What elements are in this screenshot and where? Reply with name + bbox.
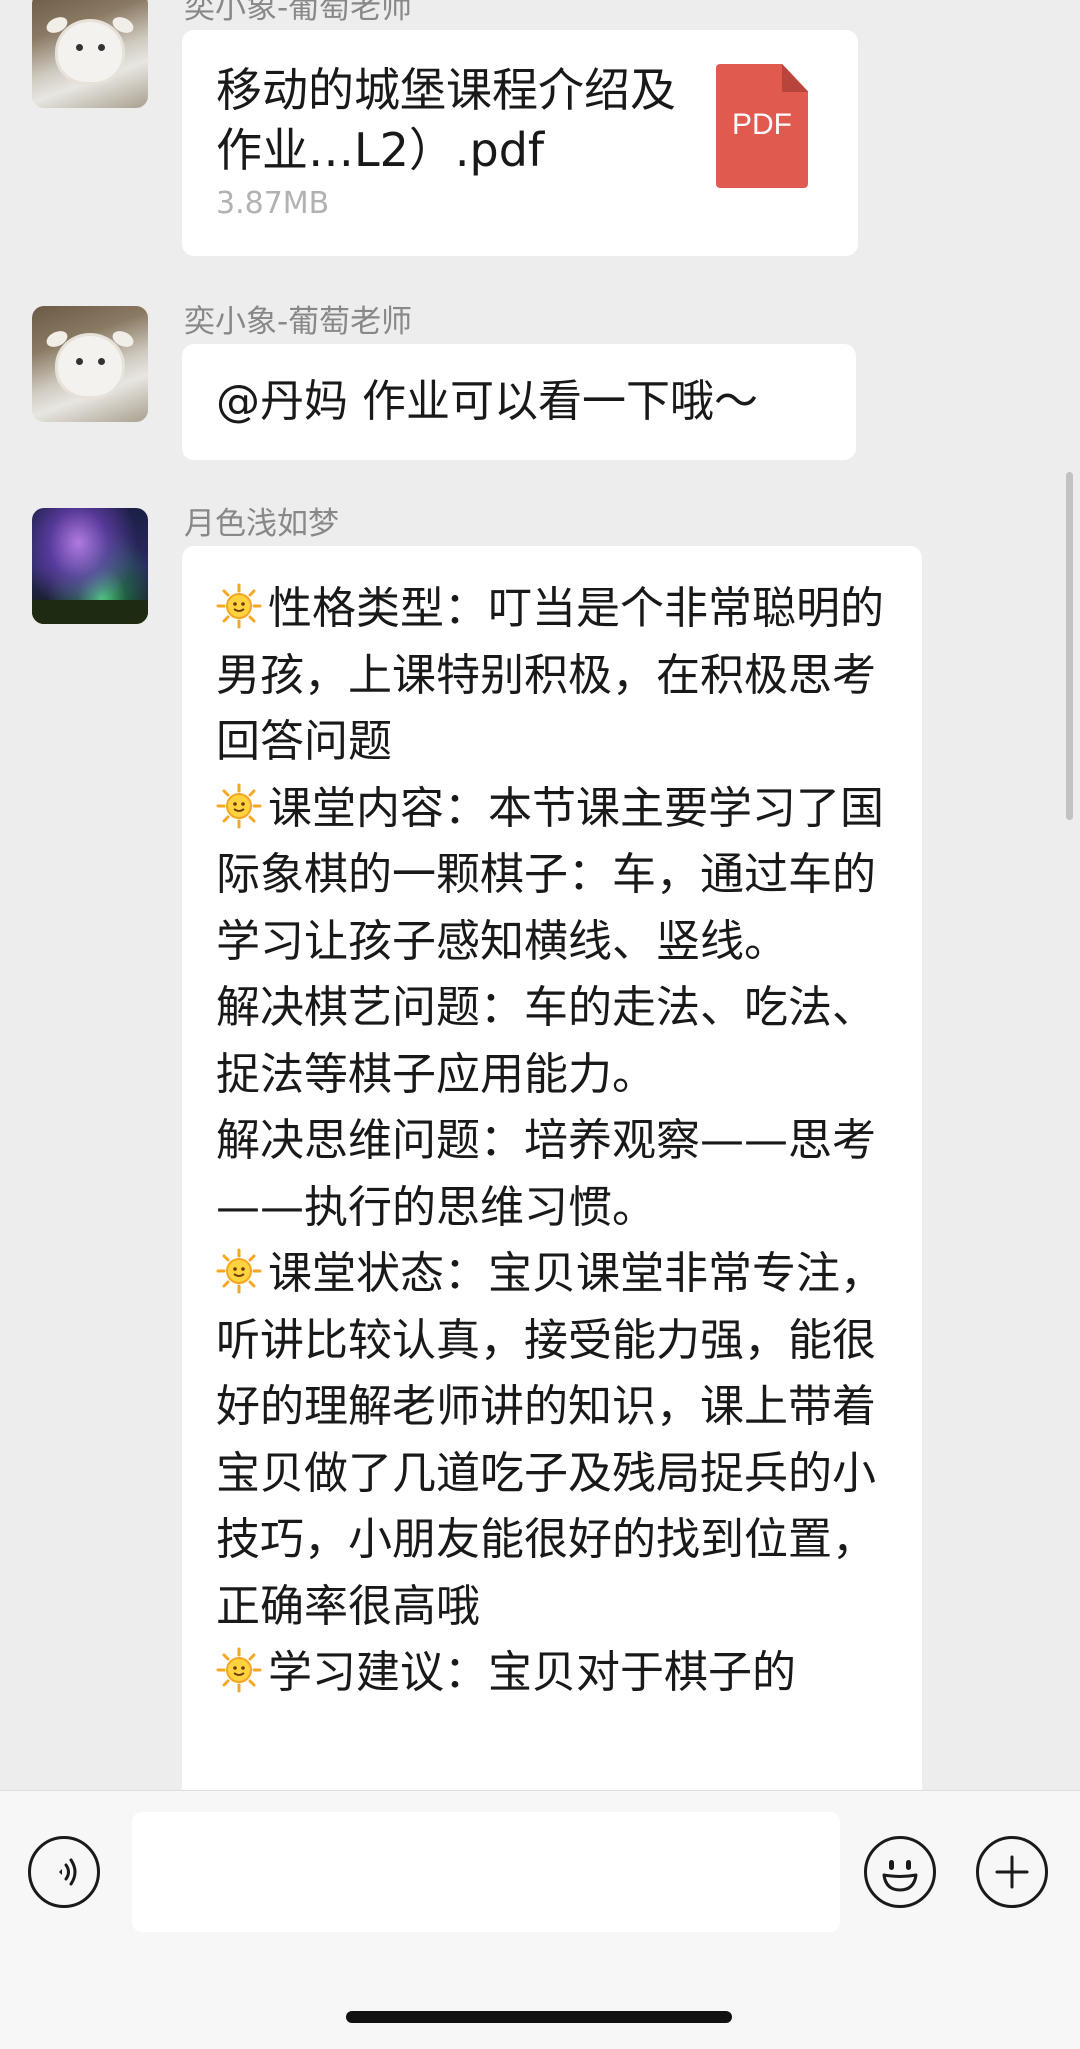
message-section: 解决棋艺问题：车的走法、吃法、捉法等棋子应用能力。 [216,975,902,1108]
voice-icon [59,1858,77,1886]
plus-button[interactable] [976,1836,1048,1908]
section-text: 解决棋艺问题：车的走法、吃法、捉法等棋子应用能力。 [216,982,876,1100]
message-input[interactable] [132,1812,840,1932]
pdf-label: PDF [732,108,792,141]
message-text: @丹妈 作业可以看一下哦～ [216,376,758,427]
emoji-button[interactable] [864,1836,936,1908]
sun-emoji-icon [216,1248,268,1299]
file-size: 3.87MB [216,186,330,221]
sender-name: 奕小象-葡萄老师 [184,0,413,26]
section-text: 课堂状态：宝贝课堂非常专注，听讲比较认真，接受能力强，能很好的理解老师讲的知识，… [216,1248,884,1632]
message-section: 课堂内容：本节课主要学习了国际象棋的一颗棋子：车，通过车的学习让孩子感知横线、竖… [216,776,902,976]
voice-button[interactable] [28,1836,100,1908]
message-section: 课堂状态：宝贝课堂非常专注，听讲比较认真，接受能力强，能很好的理解老师讲的知识，… [216,1241,902,1640]
message-section: 学习建议：宝贝对于棋子的 [216,1640,902,1707]
sender-avatar[interactable] [32,508,148,624]
sender-avatar[interactable] [32,0,148,108]
section-text: 课堂内容：本节课主要学习了国际象棋的一颗棋子：车，通过车的学习让孩子感知横线、竖… [216,782,884,967]
file-name: 移动的城堡课程介绍及作业…L2）.pdf [216,63,676,177]
file-message-bubble[interactable]: 移动的城堡课程介绍及作业…L2）.pdf 3.87MB PDF [182,30,858,256]
scrollbar[interactable] [1066,472,1073,820]
sender-name: 月色浅如梦 [184,506,339,542]
section-text: 性格类型：叮当是个非常聪明的男孩，上课特别积极，在积极思考回答问题 [216,583,884,767]
chat-area: 奕小象-葡萄老师 移动的城堡课程介绍及作业…L2）.pdf 3.87MB PDF… [0,0,1080,1790]
message-text: 性格类型：叮当是个非常聪明的男孩，上课特别积极，在积极思考回答问题 课堂内容：本节… [216,576,902,1707]
sun-emoji-icon [216,583,268,634]
section-text: 学习建议：宝贝对于棋子的 [268,1647,796,1698]
emoji-icon [882,1860,918,1892]
sender-avatar[interactable] [32,306,148,422]
home-indicator [346,2011,732,2023]
message-section: 性格类型：叮当是个非常聪明的男孩，上课特别积极，在积极思考回答问题 [216,576,902,776]
sun-emoji-icon [216,1647,268,1698]
section-text: 解决思维问题：培养观察——思考——执行的思维习惯。 [216,1115,876,1233]
text-message-bubble[interactable]: @丹妈 作业可以看一下哦～ [182,344,856,460]
sender-name: 奕小象-葡萄老师 [184,304,413,340]
plus-icon [995,1855,1029,1889]
sun-emoji-icon [216,783,268,834]
text-message-bubble[interactable]: 性格类型：叮当是个非常聪明的男孩，上课特别积极，在积极思考回答问题 课堂内容：本节… [182,546,922,1790]
message-section: 解决思维问题：培养观察——思考——执行的思维习惯。 [216,1108,902,1241]
